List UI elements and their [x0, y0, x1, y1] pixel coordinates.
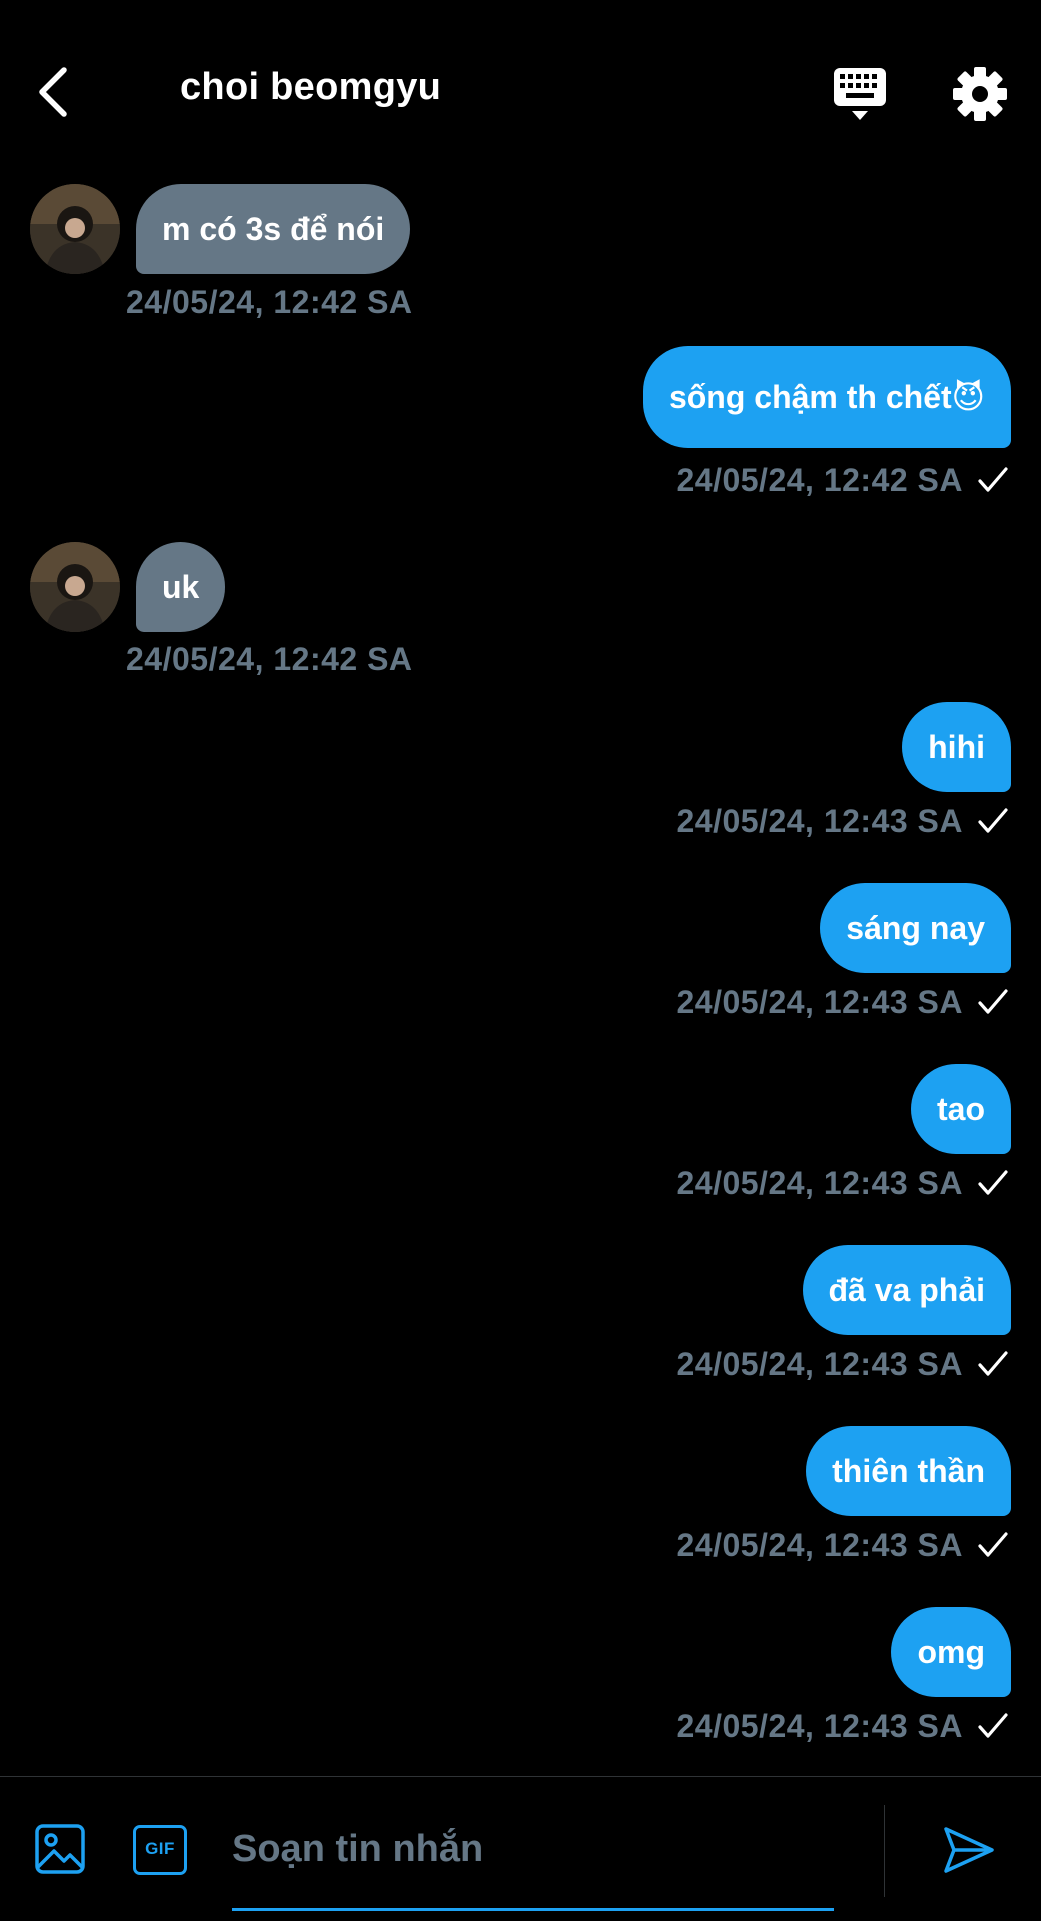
- sent-check-icon: [978, 467, 1008, 492]
- message-timestamp: 24/05/24, 12:43 SA: [676, 1527, 963, 1563]
- message-bubble-outgoing[interactable]: sáng nay: [820, 883, 1011, 973]
- sent-check-icon: [978, 808, 1008, 833]
- divider: [884, 1805, 885, 1897]
- sent-check-icon: [978, 1532, 1008, 1557]
- avatar[interactable]: [30, 184, 120, 274]
- message-bubble-outgoing[interactable]: đã va phải: [802, 1245, 1011, 1335]
- input-underline: [232, 1908, 834, 1911]
- image-icon: [35, 1824, 85, 1874]
- message-timestamp: 24/05/24, 12:43 SA: [676, 1708, 963, 1744]
- message-bubble-outgoing[interactable]: hihi: [902, 702, 1011, 792]
- message-bubble-outgoing[interactable]: omg: [891, 1607, 1011, 1697]
- avatar[interactable]: [30, 542, 120, 632]
- add-image-button[interactable]: [34, 1823, 86, 1875]
- message-timestamp: 24/05/24, 12:42 SA: [676, 462, 963, 498]
- gif-button[interactable]: GIF: [133, 1825, 187, 1875]
- message-bubble-incoming[interactable]: uk: [136, 542, 226, 632]
- message-bubble-outgoing[interactable]: tao: [911, 1064, 1011, 1154]
- avatar-photo: [30, 184, 120, 274]
- sent-check-icon: [978, 1170, 1008, 1195]
- message-timestamp: 24/05/24, 12:43 SA: [676, 984, 963, 1020]
- message-bubble-outgoing[interactable]: thiên thần: [806, 1426, 1011, 1516]
- message-timestamp: 24/05/24, 12:43 SA: [676, 1165, 963, 1201]
- message-bubble-incoming[interactable]: m có 3s để nói: [136, 184, 411, 274]
- message-list[interactable]: m có 3s để nói 24/05/24, 12:42 SA sống c…: [0, 0, 1041, 1775]
- message-input[interactable]: [232, 1813, 834, 1885]
- avatar-photo: [30, 542, 120, 632]
- message-timestamp: 24/05/24, 12:42 SA: [126, 641, 413, 677]
- message-timestamp: 24/05/24, 12:42 SA: [126, 284, 413, 320]
- message-composer: GIF: [0, 1776, 1041, 1921]
- send-icon: [944, 1827, 994, 1873]
- send-button[interactable]: [942, 1823, 996, 1877]
- sent-check-icon: [978, 1713, 1008, 1738]
- message-timestamp: 24/05/24, 12:43 SA: [676, 803, 963, 839]
- message-timestamp: 24/05/24, 12:43 SA: [676, 1346, 963, 1382]
- sent-check-icon: [978, 989, 1008, 1014]
- message-bubble-outgoing[interactable]: sống chậm th chết😈: [642, 346, 1011, 448]
- sent-check-icon: [978, 1351, 1008, 1376]
